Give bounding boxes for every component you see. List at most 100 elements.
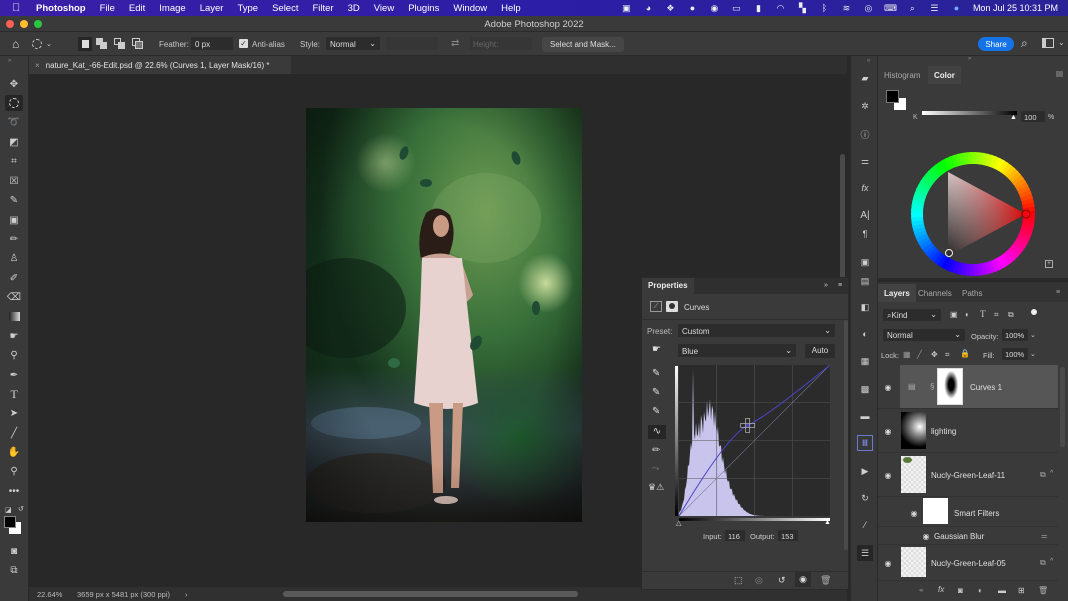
layer-name[interactable]: Nucly-Green-Leaf-05 bbox=[931, 559, 1006, 568]
tab-paths[interactable]: Paths bbox=[956, 284, 988, 302]
collapse-effects-icon[interactable]: ^ bbox=[1050, 470, 1053, 477]
curves-adjustment-icon[interactable]: ⟋ bbox=[650, 301, 662, 312]
reset-icon[interactable]: ↺ bbox=[778, 575, 786, 586]
chevron-down-icon[interactable]: ⌄ bbox=[1058, 38, 1065, 47]
pen-tool-icon[interactable]: ✒ bbox=[5, 367, 23, 383]
menu-help[interactable]: Help bbox=[501, 3, 521, 14]
gradients-icon[interactable]: ▬ bbox=[857, 408, 873, 424]
paragraph-icon[interactable]: ¶ bbox=[857, 226, 873, 242]
character-icon[interactable]: A| bbox=[857, 207, 873, 223]
menu-type[interactable]: Type bbox=[237, 3, 258, 14]
clip-to-layer-icon[interactable]: ⬚ bbox=[734, 575, 743, 586]
intersect-selection-button[interactable] bbox=[132, 38, 144, 50]
history-icon[interactable]: ↻ bbox=[857, 490, 873, 506]
lasso-tool-icon[interactable]: ➰ bbox=[5, 114, 23, 130]
brush-settings-icon[interactable]: ⁄ bbox=[857, 517, 873, 533]
blend-mode-select[interactable]: Normal ⌄ bbox=[883, 329, 965, 341]
horizontal-scrollbar[interactable] bbox=[283, 591, 578, 597]
color-wheel[interactable] bbox=[911, 152, 1035, 276]
opacity-input[interactable]: 100% bbox=[1002, 329, 1028, 341]
smart-filter-mask-thumbnail[interactable] bbox=[923, 498, 948, 524]
camera-icon[interactable]: ▣ bbox=[621, 3, 632, 13]
brush-tool-icon[interactable]: ✏ bbox=[5, 231, 23, 247]
feather-input[interactable]: 0 px bbox=[191, 37, 233, 50]
libraries-icon[interactable]: ▣ bbox=[857, 254, 873, 270]
layer-name[interactable]: Curves 1 bbox=[970, 383, 1002, 392]
line-tool-icon[interactable]: ╱ bbox=[5, 425, 23, 441]
filter-toggle[interactable] bbox=[1031, 309, 1037, 315]
mask-icon[interactable] bbox=[666, 301, 678, 312]
blur-tool-icon[interactable]: ☛ bbox=[5, 328, 23, 344]
lock-position-icon[interactable]: ✥ bbox=[931, 350, 938, 359]
navigator-icon[interactable]: ✲ bbox=[857, 98, 873, 114]
tab-properties[interactable]: Properties bbox=[642, 278, 694, 294]
visibility-eye-icon[interactable]: ◉ bbox=[883, 427, 893, 436]
more-tools-icon[interactable]: ••• bbox=[5, 483, 23, 499]
channels-icon[interactable]: ◧ bbox=[857, 299, 873, 315]
wifi-icon[interactable]: ≋ bbox=[841, 3, 852, 13]
panel-menu-icon[interactable]: ≡ bbox=[1056, 289, 1060, 296]
tab-layers[interactable]: Layers bbox=[878, 284, 916, 302]
bluetooth-icon[interactable]: ᛒ bbox=[819, 3, 830, 13]
output-value[interactable]: 153 bbox=[778, 530, 798, 541]
close-tab-icon[interactable]: × bbox=[35, 61, 40, 70]
clipping-warning-icon[interactable]: ♛⚠ bbox=[648, 482, 664, 493]
object-selection-tool-icon[interactable]: ◩ bbox=[5, 134, 23, 150]
menu-3d[interactable]: 3D bbox=[348, 3, 360, 14]
menu-layer[interactable]: Layer bbox=[200, 3, 224, 14]
clock[interactable]: Mon Jul 25 10:31 PM bbox=[973, 3, 1058, 13]
menu-window[interactable]: Window bbox=[453, 3, 487, 14]
share-button[interactable]: Share bbox=[978, 37, 1014, 51]
collapse-icon[interactable]: « bbox=[867, 58, 870, 64]
collapse-icon[interactable]: » bbox=[968, 56, 971, 62]
airplay-icon[interactable]: ▭ bbox=[731, 3, 742, 13]
add-to-selection-button[interactable] bbox=[96, 38, 108, 50]
menu-file[interactable]: File bbox=[100, 3, 115, 14]
subtract-from-selection-button[interactable] bbox=[114, 38, 126, 50]
menu-select[interactable]: Select bbox=[272, 3, 298, 14]
dropbox-icon[interactable]: ❖ bbox=[665, 3, 676, 13]
collapse-panel-icon[interactable]: » bbox=[824, 282, 828, 289]
layer-mask-thumbnail[interactable] bbox=[937, 368, 963, 405]
layer-row-nucly-green-leaf-05[interactable]: ◉ Nucly-Green-Leaf-05 ⧉ ^ bbox=[878, 545, 1058, 581]
white-input-slider[interactable]: ▲ bbox=[824, 519, 831, 526]
black-point-eyedropper-icon[interactable]: ✎ bbox=[652, 368, 660, 379]
lock-pixels-icon[interactable]: ╱ bbox=[917, 350, 922, 359]
filter-type-icon[interactable]: T bbox=[980, 309, 986, 319]
quick-mask-icon[interactable]: ◙ bbox=[5, 543, 23, 559]
lock-all-icon[interactable]: 🔒 bbox=[960, 349, 970, 358]
hand-tool-icon[interactable]: ✋ bbox=[5, 444, 23, 460]
layer-row-curves-1[interactable]: ◉ ▤ § Curves 1 bbox=[878, 365, 1058, 409]
frame-tool-icon[interactable]: ☒ bbox=[5, 173, 23, 189]
collapse-effects-icon[interactable]: ^ bbox=[1050, 558, 1053, 565]
swap-colors-icon[interactable]: ↺ bbox=[18, 505, 24, 513]
select-and-mask-button[interactable]: Select and Mask... bbox=[542, 37, 624, 52]
chevron-down-icon[interactable]: ⌄ bbox=[1030, 350, 1036, 358]
arc-icon[interactable]: ◠ bbox=[775, 3, 786, 13]
smooth-curve-icon[interactable]: ⤳ bbox=[652, 463, 659, 474]
clone-stamp-tool-icon[interactable]: ♙ bbox=[5, 250, 23, 266]
layer-row-nucly-green-leaf-11[interactable]: ◉ Nucly-Green-Leaf-11 ⧉ ^ bbox=[878, 453, 1058, 497]
link-layers-icon[interactable]: ⚭ bbox=[918, 586, 925, 595]
layer-row-lighting[interactable]: ◉ lighting bbox=[878, 409, 1058, 453]
screen-mode-icon[interactable]: ⧉ bbox=[5, 562, 23, 578]
width-input[interactable] bbox=[386, 37, 438, 50]
add-layer-style-icon[interactable]: fx bbox=[938, 585, 944, 594]
channel-select[interactable]: Blue ⌄ bbox=[678, 344, 796, 357]
home-icon[interactable]: ⌂ bbox=[12, 37, 19, 51]
preset-select[interactable]: Custom ⌄ bbox=[678, 324, 835, 337]
auto-button[interactable]: Auto bbox=[805, 344, 835, 358]
bookmark-icon[interactable]: ▮ bbox=[753, 3, 764, 13]
apple-icon[interactable]:  bbox=[12, 2, 30, 14]
styles-fx-icon[interactable]: fx bbox=[857, 180, 873, 196]
eraser-tool-icon[interactable]: ⌫ bbox=[5, 289, 23, 305]
new-layer-icon[interactable]: ⊞ bbox=[1018, 586, 1025, 595]
chevron-down-icon[interactable]: ⌄ bbox=[1030, 331, 1036, 339]
new-group-icon[interactable]: ▬ bbox=[998, 586, 1006, 595]
document-image[interactable] bbox=[306, 108, 582, 522]
delete-adjustment-icon[interactable]: 🗑 bbox=[820, 575, 831, 586]
style-select[interactable]: Normal ⌄ bbox=[326, 37, 380, 50]
filter-name[interactable]: Gaussian Blur bbox=[934, 532, 984, 541]
adjustment-sliders-icon[interactable]: ☰ bbox=[857, 545, 873, 561]
filter-shape-icon[interactable]: ⌗ bbox=[994, 310, 999, 320]
